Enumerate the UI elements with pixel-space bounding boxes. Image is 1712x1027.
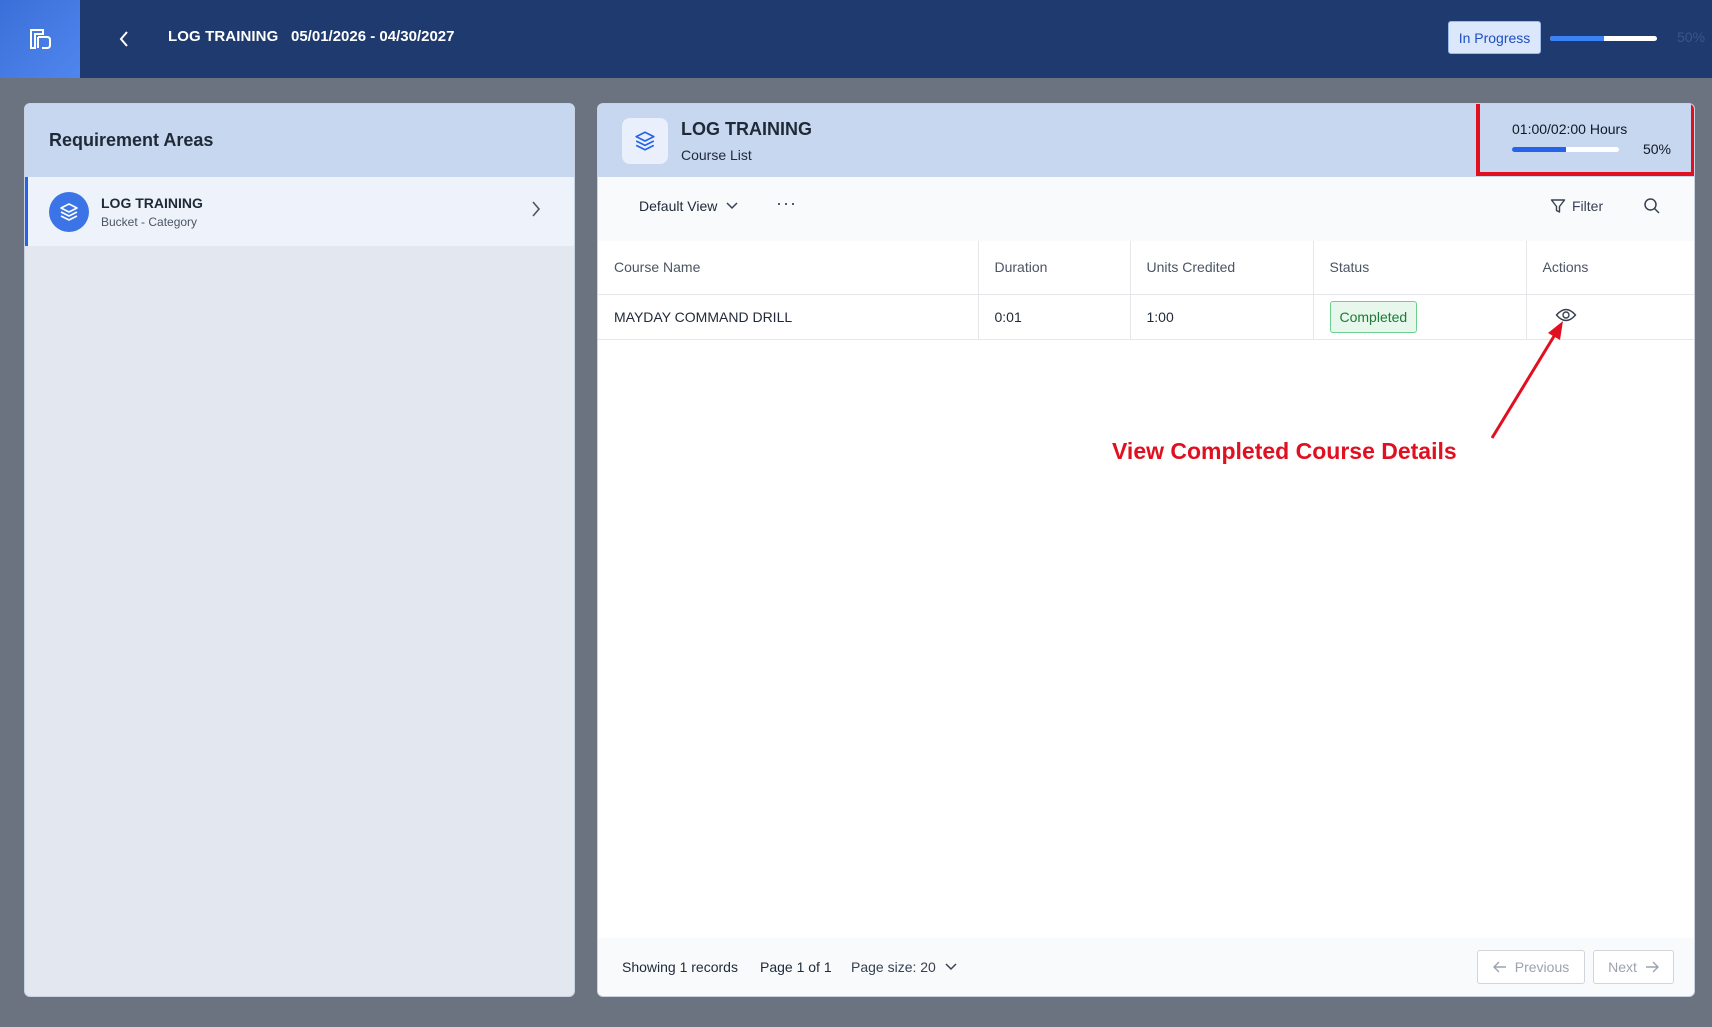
layers-icon	[60, 202, 78, 221]
page-indicator: Page 1 of 1	[760, 959, 832, 975]
table-row[interactable]: MAYDAY COMMAND DRILL 0:01 1:00 Completed	[598, 294, 1694, 340]
annotation-label: View Completed Course Details	[1112, 438, 1457, 464]
eye-icon	[1555, 308, 1576, 322]
chevron-down-icon	[726, 202, 738, 210]
view-details-button[interactable]	[1555, 307, 1577, 323]
cell-units-credited: 1:00	[1130, 294, 1314, 340]
overall-progress-percent: 50%	[1677, 29, 1706, 45]
table-toolbar: Default View ··· Filter	[598, 177, 1694, 241]
filter-button[interactable]: Filter	[1550, 198, 1603, 214]
records-count: Showing 1 records	[622, 959, 738, 975]
column-header-units-credited[interactable]: Units Credited	[1130, 241, 1314, 295]
cell-course-name: MAYDAY COMMAND DRILL	[598, 294, 979, 340]
cell-duration: 0:01	[978, 294, 1131, 340]
more-options-button[interactable]: ···	[776, 193, 797, 214]
search-button[interactable]	[1643, 197, 1661, 220]
page-title: LOG TRAINING	[168, 28, 279, 45]
layers-icon	[635, 131, 655, 151]
chevron-right-icon	[532, 201, 541, 217]
view-selector-label: Default View	[639, 198, 718, 214]
status-badge-completed: Completed	[1329, 300, 1418, 333]
page-size-label: Page size: 20	[851, 959, 936, 975]
requirement-item-icon	[49, 191, 89, 232]
course-list-title: LOG TRAINING	[681, 119, 812, 139]
date-range: 05/01/2026 - 04/30/2027	[291, 28, 455, 45]
table-footer: Showing 1 records Page 1 of 1 Page size:…	[598, 938, 1694, 996]
cell-actions	[1526, 294, 1694, 340]
column-header-course-name[interactable]: Course Name	[598, 241, 979, 295]
requirement-item-chevron	[530, 199, 542, 224]
overall-progress-bar	[1550, 36, 1657, 41]
hours-progress-fill	[1512, 147, 1566, 152]
back-button[interactable]	[112, 24, 136, 54]
table-header-row: Course Name Duration Units Credited Stat…	[598, 241, 1694, 295]
hours-percent: 50%	[1642, 141, 1671, 157]
hours-progress-bar	[1512, 147, 1619, 152]
requirement-item-title: LOG TRAINING	[101, 194, 203, 211]
previous-page-button[interactable]: Previous	[1477, 950, 1585, 984]
filter-label: Filter	[1572, 198, 1604, 214]
next-page-button[interactable]: Next	[1593, 950, 1674, 984]
chevron-left-icon	[119, 31, 128, 47]
status-badge: In Progress	[1448, 21, 1541, 54]
previous-label: Previous	[1514, 959, 1570, 975]
next-label: Next	[1608, 959, 1637, 975]
app-logo[interactable]	[0, 0, 80, 78]
search-icon	[1644, 198, 1660, 214]
column-header-duration[interactable]: Duration	[978, 241, 1131, 295]
filter-icon	[1550, 199, 1566, 213]
requirement-item-subtitle: Bucket - Category	[101, 214, 198, 229]
requirement-areas-title: Requirement Areas	[49, 130, 214, 150]
requirement-item-log-training[interactable]: LOG TRAINING Bucket - Category	[25, 177, 574, 246]
arrow-right-icon	[1645, 961, 1659, 973]
chevron-down-icon	[945, 963, 957, 971]
course-list-subtitle: Course List	[681, 147, 752, 163]
course-list-icon-box	[622, 118, 668, 164]
requirement-areas-header: Requirement Areas	[25, 104, 574, 177]
app-logo-icon	[30, 29, 51, 49]
overall-progress-fill	[1550, 36, 1604, 41]
course-list-header: LOG TRAINING Course List 01:00/02:00 Hou…	[598, 104, 1694, 177]
column-header-actions: Actions	[1526, 241, 1694, 295]
hours-summary-highlight: 01:00/02:00 Hours 50%	[1476, 104, 1694, 176]
column-header-status[interactable]: Status	[1313, 241, 1527, 295]
course-table: Course Name Duration Units Credited Stat…	[598, 241, 1694, 340]
view-selector[interactable]: Default View	[639, 198, 739, 214]
hours-label: 01:00/02:00 Hours	[1512, 121, 1628, 137]
requirement-areas-panel: Requirement Areas LOG TRAINING Bucket - …	[24, 103, 575, 997]
course-list-panel: LOG TRAINING Course List 01:00/02:00 Hou…	[597, 103, 1695, 997]
arrow-left-icon	[1492, 961, 1506, 973]
page-size-selector[interactable]: Page size: 20	[851, 959, 958, 975]
cell-status: Completed	[1313, 294, 1527, 340]
top-bar: LOG TRAINING 05/01/2026 - 04/30/2027 In …	[0, 0, 1712, 78]
